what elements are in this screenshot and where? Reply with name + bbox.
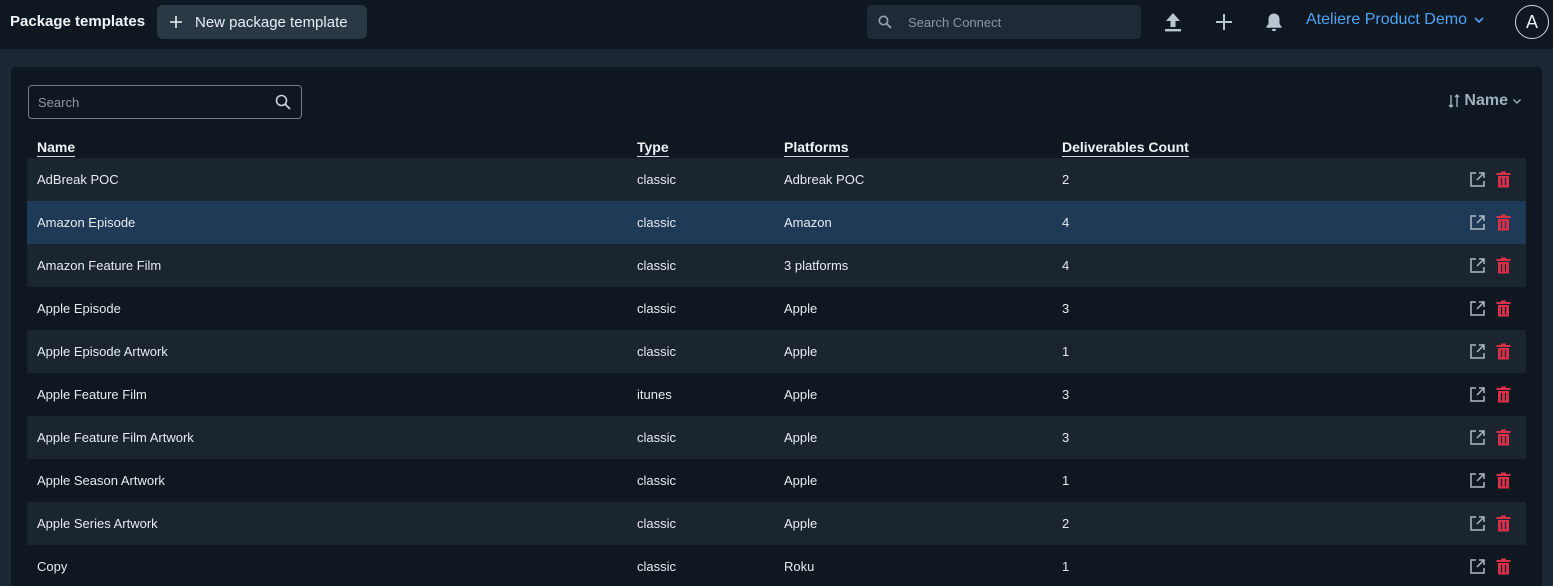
cell-platforms: Apple: [784, 516, 818, 531]
cell-type: classic: [637, 215, 677, 230]
table-row[interactable]: AdBreak POC classic Adbreak POC 2: [27, 158, 1526, 201]
cell-platforms: Adbreak POC: [784, 172, 865, 187]
sort-control[interactable]: Name: [1448, 92, 1522, 110]
delete-icon[interactable]: [1496, 257, 1511, 274]
open-external-icon[interactable]: [1469, 472, 1486, 489]
avatar[interactable]: A: [1515, 5, 1549, 39]
add-icon[interactable]: [1213, 11, 1235, 33]
column-header-type[interactable]: Type: [637, 139, 669, 157]
cell-platforms: Apple: [784, 301, 818, 316]
search-icon: [878, 15, 892, 29]
column-header-name[interactable]: Name: [37, 139, 76, 157]
top-bar: Package templates New package template A…: [0, 0, 1553, 49]
cell-type: classic: [637, 258, 677, 273]
templates-table-body: AdBreak POC classic Adbreak POC 2 Amazon…: [27, 158, 1526, 586]
page-title: Package templates: [10, 13, 146, 30]
new-package-template-button[interactable]: New package template: [157, 5, 367, 39]
cell-platforms: Apple: [784, 473, 818, 488]
open-external-icon[interactable]: [1469, 515, 1486, 532]
delete-icon[interactable]: [1496, 472, 1511, 489]
sort-label: Name: [1464, 92, 1508, 109]
upload-icon[interactable]: [1162, 11, 1184, 33]
table-row[interactable]: Copy classic Roku 1: [27, 545, 1526, 586]
cell-type: classic: [637, 473, 677, 488]
delete-icon[interactable]: [1496, 429, 1511, 446]
cell-name: Amazon Feature Film: [37, 258, 162, 273]
cell-deliverables-count: 4: [1062, 258, 1070, 273]
cell-deliverables-count: 1: [1062, 473, 1070, 488]
global-search-input[interactable]: [908, 14, 1128, 30]
cell-type: classic: [637, 344, 677, 359]
cell-name: Apple Feature Film: [37, 387, 147, 402]
cell-platforms: Apple: [784, 430, 818, 445]
delete-icon[interactable]: [1496, 300, 1511, 317]
sort-icon: [1448, 94, 1460, 108]
table-search[interactable]: [28, 85, 302, 119]
cell-type: classic: [637, 430, 677, 445]
open-external-icon[interactable]: [1469, 386, 1486, 403]
cell-platforms: Roku: [784, 559, 815, 574]
table-row[interactable]: Amazon Feature Film classic 3 platforms …: [27, 244, 1526, 287]
org-name: Ateliere Product Demo: [1306, 11, 1467, 28]
cell-deliverables-count: 4: [1062, 215, 1070, 230]
cell-platforms: Apple: [784, 387, 818, 402]
cell-deliverables-count: 1: [1062, 344, 1070, 359]
global-search[interactable]: [867, 5, 1141, 39]
cell-deliverables-count: 2: [1062, 516, 1070, 531]
templates-panel: Name Name Type Platforms Deliverables Co…: [11, 67, 1542, 586]
open-external-icon[interactable]: [1469, 214, 1486, 231]
cell-name: Apple Episode: [37, 301, 121, 316]
cell-deliverables-count: 3: [1062, 387, 1070, 402]
cell-platforms: Amazon: [784, 215, 832, 230]
cell-platforms: Apple: [784, 344, 818, 359]
cell-name: Apple Episode Artwork: [37, 344, 168, 359]
table-row[interactable]: Apple Episode classic Apple 3: [27, 287, 1526, 330]
open-external-icon[interactable]: [1469, 558, 1486, 575]
cell-platforms[interactable]: 3 platforms: [784, 258, 848, 273]
chevron-down-icon: [1513, 99, 1521, 104]
new-package-template-label: New package template: [195, 13, 348, 31]
cell-type: itunes: [637, 387, 672, 402]
delete-icon[interactable]: [1496, 515, 1511, 532]
cell-name: Apple Season Artwork: [37, 473, 165, 488]
cell-deliverables-count: 1: [1062, 559, 1070, 574]
open-external-icon[interactable]: [1469, 429, 1486, 446]
cell-name: Amazon Episode: [37, 215, 136, 230]
bell-icon[interactable]: [1263, 11, 1285, 33]
cell-type: classic: [637, 301, 677, 316]
column-header-platforms[interactable]: Platforms: [784, 139, 849, 157]
delete-icon[interactable]: [1496, 386, 1511, 403]
org-switcher[interactable]: Ateliere Product Demo: [1306, 11, 1485, 29]
cell-name: AdBreak POC: [37, 172, 119, 187]
cell-name: Apple Series Artwork: [37, 516, 158, 531]
cell-type: classic: [637, 516, 677, 531]
table-row[interactable]: Apple Series Artwork classic Apple 2: [27, 502, 1526, 545]
open-external-icon[interactable]: [1469, 300, 1486, 317]
search-icon[interactable]: [275, 94, 291, 110]
column-header-deliverables-count[interactable]: Deliverables Count: [1062, 139, 1189, 157]
cell-type: classic: [637, 172, 677, 187]
table-row[interactable]: Apple Episode Artwork classic Apple 1: [27, 330, 1526, 373]
cell-name: Apple Feature Film Artwork: [37, 430, 194, 445]
table-row[interactable]: Apple Feature Film itunes Apple 3: [27, 373, 1526, 416]
table-row[interactable]: Apple Season Artwork classic Apple 1: [27, 459, 1526, 502]
delete-icon[interactable]: [1496, 558, 1511, 575]
cell-name: Copy: [37, 559, 68, 574]
cell-deliverables-count: 3: [1062, 430, 1070, 445]
delete-icon[interactable]: [1496, 214, 1511, 231]
open-external-icon[interactable]: [1469, 257, 1486, 274]
delete-icon[interactable]: [1496, 171, 1511, 188]
table-search-input[interactable]: [38, 94, 268, 110]
open-external-icon[interactable]: [1469, 343, 1486, 360]
chevron-down-icon: [1474, 17, 1484, 24]
cell-deliverables-count: 2: [1062, 172, 1070, 187]
table-row[interactable]: Apple Feature Film Artwork classic Apple…: [27, 416, 1526, 459]
table-row[interactable]: Amazon Episode classic Amazon 4: [27, 201, 1526, 244]
plus-icon: [170, 16, 182, 28]
cell-type: classic: [637, 559, 677, 574]
open-external-icon[interactable]: [1469, 171, 1486, 188]
cell-deliverables-count: 3: [1062, 301, 1070, 316]
delete-icon[interactable]: [1496, 343, 1511, 360]
